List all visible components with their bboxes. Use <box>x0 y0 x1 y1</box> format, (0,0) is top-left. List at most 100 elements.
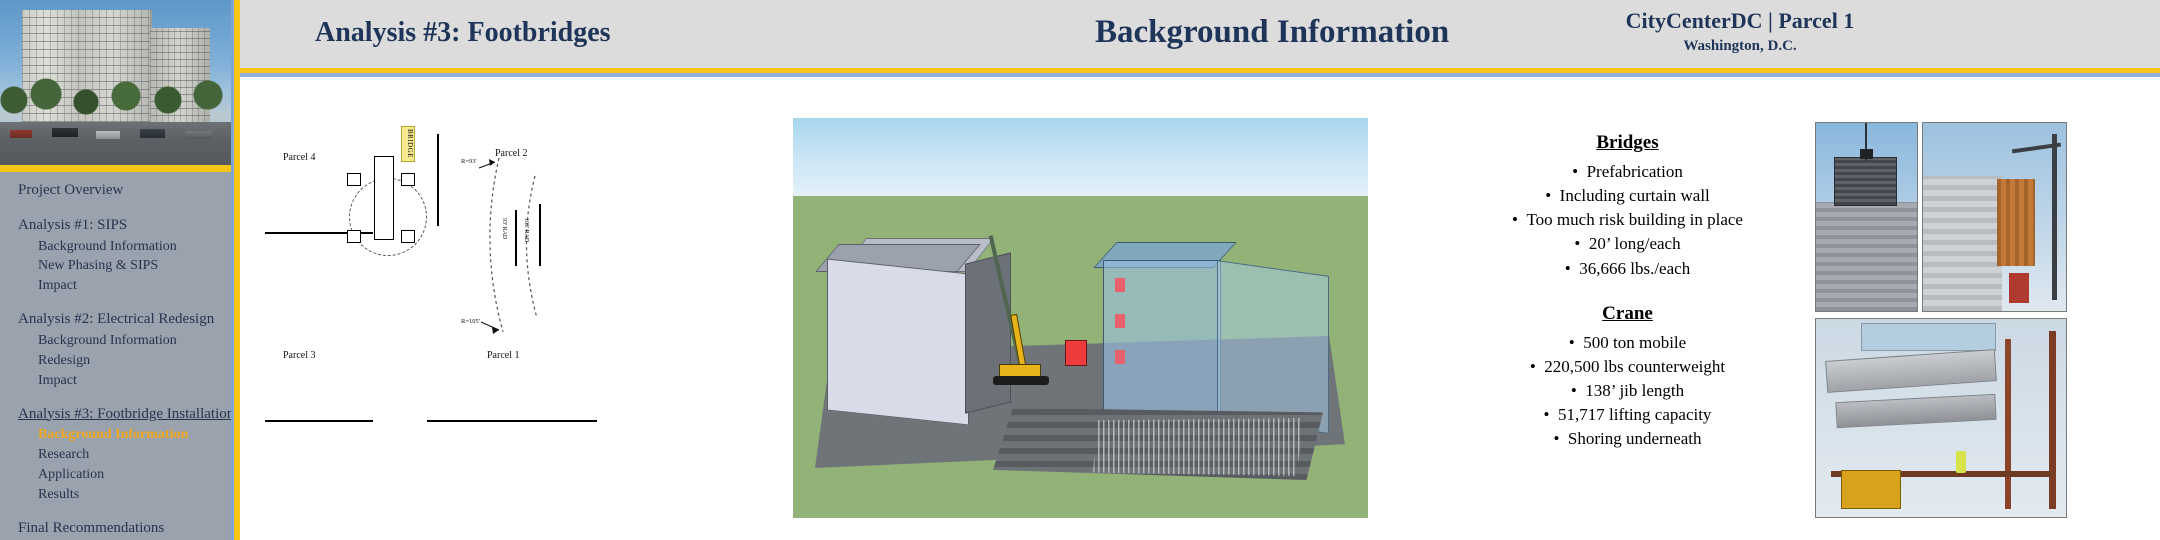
sidebar-group: Analysis #1: SIPS Background Information N… <box>8 215 232 296</box>
site-plan-parcel-3-edge <box>265 420 373 422</box>
sidebar-subitem-results[interactable]: Results <box>8 485 232 505</box>
bullet-glyph: • <box>1564 258 1571 278</box>
crane-body <box>374 156 394 240</box>
sidebar-item-analysis-1-sips[interactable]: Analysis #1: SIPS <box>8 215 232 237</box>
model-building-main <box>827 258 969 426</box>
p2-crane-tower <box>2052 134 2058 300</box>
dimension-right-label: 105' RAD <box>523 218 529 243</box>
p1-hook <box>1860 149 1873 159</box>
sidebar-subitem-impact[interactable]: Impact <box>8 276 232 296</box>
bullet-text: 500 ton mobile <box>1583 332 1687 352</box>
presentation-slide: Project Overview Analysis #1: SIPS Backgro… <box>0 0 2160 540</box>
model-crane-tracks <box>993 376 1049 385</box>
sidebar-group: Analysis #3: Footbridge Installation Back… <box>8 404 234 505</box>
bullet-glyph: • <box>1545 186 1552 206</box>
bullet-item: • 138’ jib length <box>1430 379 1825 403</box>
model-sky <box>793 118 1368 196</box>
crane-outrigger-sw <box>347 230 361 243</box>
bridge-label: BRIDGE <box>401 126 415 162</box>
p1-wall <box>1816 201 1917 311</box>
radius-inner-label: R=93' <box>461 158 477 165</box>
bullet-text: 51,717 lifting capacity <box>1558 405 1712 424</box>
bullet-glyph: • <box>1529 356 1536 376</box>
bullet-text: Prefabrication <box>1586 162 1683 181</box>
sidebar-subitem-application[interactable]: Application <box>8 465 232 485</box>
bullet-glyph: • <box>1568 332 1575 352</box>
p3-steel-column-mid <box>2005 338 2011 510</box>
sidebar-accent-bar <box>0 165 240 172</box>
slide-header: Analysis #3: Footbridges Background Info… <box>240 0 2160 68</box>
bullet-item: • Including curtain wall <box>1430 184 1825 208</box>
site-plan-parcel-1-label: Parcel 1 <box>487 350 520 361</box>
model-bridge-marker-low <box>1115 350 1125 364</box>
section-heading-crane: Crane <box>1602 302 1653 324</box>
p2-scaffold <box>1997 179 2035 266</box>
crane-outrigger-se <box>401 230 415 243</box>
bullet-text: Including curtain wall <box>1559 186 1710 206</box>
bullet-text: Too much risk building in place <box>1526 210 1743 230</box>
p3-worker <box>1956 451 1966 474</box>
sidebar-subitem-research[interactable]: Research <box>8 445 232 465</box>
section-heading-bridges: Bridges <box>1596 132 1659 153</box>
project-rendering-photo <box>0 0 240 165</box>
bullet-item: • Shoring underneath <box>1430 427 1825 451</box>
project-identity: CityCenterDC | Parcel 1 Washington, D.C. <box>1530 8 1950 55</box>
bullet-glyph: • <box>1574 234 1581 254</box>
site-plan-building-edge <box>437 134 439 226</box>
bullet-text: 36,666 lbs./each <box>1579 258 1691 278</box>
content-bullets: Bridges • Prefabrication • Including curta… <box>1430 132 1825 451</box>
sidebar-subitem-background-information[interactable]: Background Information <box>8 237 232 257</box>
model-suspended-load <box>1065 340 1087 366</box>
site-3d-model-render <box>793 118 1368 518</box>
radius-outer-label: R=105' <box>461 318 480 325</box>
p2-equipment <box>2008 273 2029 304</box>
p1-panel <box>1834 156 1897 206</box>
bullet-glyph: • <box>1512 210 1518 230</box>
sidebar-subitem-background-information[interactable]: Background Information <box>8 425 232 445</box>
project-location: Washington, D.C. <box>1683 38 1797 54</box>
bullet-item: • 51,717 lifting capacity <box>1430 403 1825 427</box>
model-shoring-hatching <box>1093 418 1303 476</box>
photo-steel-erection-glass-bridge <box>1815 318 2067 518</box>
sidebar-item-analysis-3-footbridge-installation[interactable]: Analysis #3: Footbridge Installation <box>8 404 234 426</box>
model-glass-tower-right <box>1217 260 1329 434</box>
bullet-item: • 500 ton mobile <box>1430 331 1825 355</box>
crane-outrigger-ne <box>401 173 415 186</box>
sidebar-subitem-new-phasing-sips[interactable]: New Phasing & SIPS <box>8 256 232 276</box>
photo-tower-crane-facade <box>1922 122 2067 312</box>
p2-building <box>1923 175 2002 311</box>
sidebar-right-accent-blue <box>231 0 234 540</box>
bullet-text: 220,500 lbs counterweight <box>1544 356 1726 376</box>
bullet-item: • Too much risk building in place <box>1430 208 1825 232</box>
project-name: CityCenterDC | Parcel 1 <box>1625 8 1855 33</box>
dimension-left-label: 93' RAD <box>501 218 507 240</box>
bullet-glyph: • <box>1553 429 1560 449</box>
p3-steel-column-right <box>2049 330 2056 510</box>
photo-curtain-wall-panel-lift <box>1815 122 1918 312</box>
model-bridge-marker-top <box>1115 278 1125 292</box>
p3-glass-bridge <box>1861 322 1996 351</box>
sidebar-subitem-impact[interactable]: Impact <box>8 371 232 391</box>
sidebar-subitem-redesign[interactable]: Redesign <box>8 351 232 371</box>
sidebar-group: Project Overview <box>8 180 232 202</box>
p3-scissor-lift <box>1841 469 1901 510</box>
crane-radius-arcs <box>478 157 538 334</box>
bullet-item: • 36,666 lbs./each <box>1430 257 1825 281</box>
bullet-glyph: • <box>1543 405 1550 424</box>
sidebar-subitem-background-information[interactable]: Background Information <box>8 331 232 351</box>
sidebar-right-accent <box>234 0 240 540</box>
sidebar-item-final-recommendations[interactable]: Final Recommendations <box>8 518 232 540</box>
analysis-title: Analysis #3: Footbridges <box>315 17 611 48</box>
bullet-glyph: • <box>1570 380 1577 400</box>
bullet-glyph: • <box>1572 162 1579 181</box>
sidebar-item-analysis-2-electrical-redesign[interactable]: Analysis #2: Electrical Redesign <box>8 309 232 331</box>
bullet-text: Shoring underneath <box>1567 429 1702 449</box>
photo-vehicles <box>0 126 240 142</box>
site-plan-diagram: Parcel 4 Parcel 2 Parcel 3 Parcel 1 BRID… <box>265 126 695 520</box>
sidebar-navigation: Project Overview Analysis #1: SIPS Backgro… <box>0 0 240 540</box>
sidebar-group: Final Recommendations <box>8 518 232 540</box>
sidebar-group: Analysis #2: Electrical Redesign Backgrou… <box>8 309 232 390</box>
bullet-text: 138’ jib length <box>1585 380 1685 400</box>
sidebar-item-project-overview[interactable]: Project Overview <box>8 180 232 202</box>
